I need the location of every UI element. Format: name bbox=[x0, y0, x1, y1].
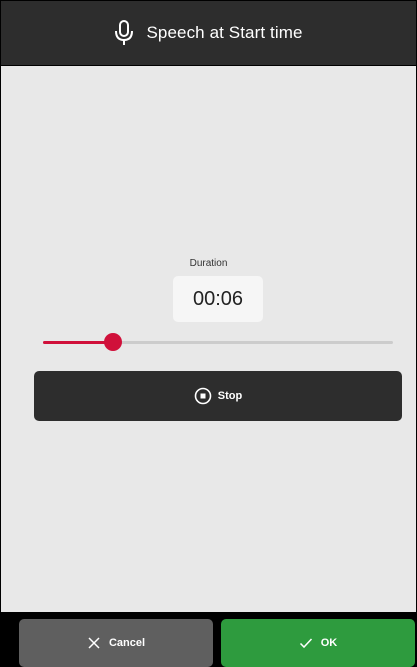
dialog-header: Speech at Start time bbox=[1, 1, 416, 65]
dialog-frame: Speech at Start time Duration 00:06 Stop bbox=[0, 0, 417, 667]
dialog-title: Speech at Start time bbox=[146, 23, 303, 42]
close-icon bbox=[87, 636, 101, 650]
ok-button[interactable]: OK bbox=[221, 619, 415, 667]
duration-slider[interactable] bbox=[43, 332, 393, 352]
checkmark-icon bbox=[299, 636, 313, 650]
stop-button-label: Stop bbox=[217, 390, 243, 402]
cancel-button-label: Cancel bbox=[108, 637, 146, 649]
duration-label: Duration bbox=[189, 258, 228, 269]
dialog-content: Duration 00:06 Stop bbox=[1, 66, 416, 612]
dialog-footer: Cancel OK bbox=[0, 613, 417, 667]
stop-circle-icon bbox=[194, 387, 212, 405]
microphone-icon bbox=[114, 19, 134, 47]
slider-fill bbox=[43, 340, 113, 344]
stop-button[interactable]: Stop bbox=[34, 371, 402, 421]
ok-button-label: OK bbox=[320, 637, 338, 649]
slider-thumb[interactable] bbox=[104, 333, 122, 351]
cancel-button[interactable]: Cancel bbox=[19, 619, 213, 667]
duration-value: 00:06 bbox=[173, 276, 263, 322]
